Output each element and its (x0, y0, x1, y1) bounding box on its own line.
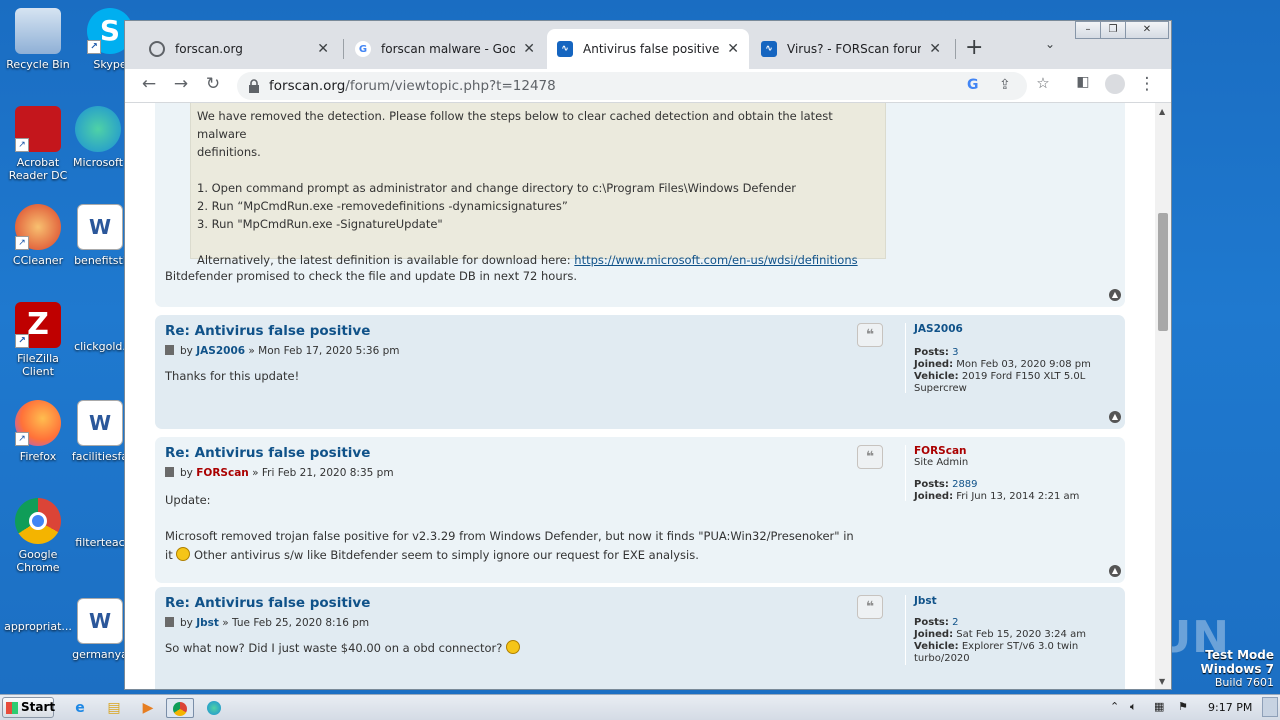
close-tab-icon[interactable]: ✕ (523, 41, 535, 57)
tab-google-search[interactable]: G forscan malware - Google Se ✕ (345, 29, 545, 69)
profile-avatar-icon[interactable] (1103, 74, 1127, 99)
post-title[interactable]: Re: Antivirus false positive (165, 445, 370, 461)
test-mode-notice: Test Mode Windows 7 Build 7601 (1200, 648, 1274, 689)
media-player-icon[interactable]: ▶ (134, 698, 162, 718)
post-body: Bitdefender promised to check the file a… (165, 269, 578, 283)
quote-button[interactable]: ❝ (857, 445, 883, 469)
post: Re: Antivirus false positive by FORScan … (155, 437, 1125, 583)
taskbar: Start e ▤ ▶ ⌃ 🔈︎ ▦ ⚑ 9:17 PM (0, 694, 1280, 720)
post-title[interactable]: Re: Antivirus false positive (165, 595, 370, 611)
chrome-taskbar-icon[interactable] (166, 698, 194, 718)
post-icon (165, 467, 174, 477)
post: Re: Antivirus false positive by Jbst » T… (155, 587, 1125, 689)
action-center-flag-icon[interactable]: ⚑ (1178, 700, 1188, 713)
scroll-down-arrow-icon[interactable]: ▼ (1159, 677, 1165, 686)
scrollbar-thumb[interactable] (1158, 213, 1168, 331)
post-profile: Jbst Posts: 2 Joined: Sat Feb 15, 2020 3… (905, 595, 1115, 665)
browser-window: forscan.org ✕ G forscan malware - Google… (124, 20, 1172, 690)
forward-arrow-icon[interactable]: → (169, 74, 193, 94)
scroll-up-arrow-icon[interactable]: ▲ (1159, 107, 1165, 116)
post: We have removed the detection. Please fo… (155, 103, 1125, 307)
forscan-icon: ∿ (557, 41, 573, 57)
close-tab-icon[interactable]: ✕ (727, 41, 739, 57)
reload-icon[interactable]: ↻ (201, 74, 225, 94)
close-window-button[interactable]: ✕ (1125, 21, 1169, 39)
post-meta: by Jbst » Tue Feb 25, 2020 8:16 pm (165, 617, 369, 629)
lock-icon (249, 78, 259, 93)
post-meta: by JAS2006 » Mon Feb 17, 2020 5:36 pm (165, 345, 399, 357)
browser-toolbar: ← → ↻ forscan.org/forum/viewtopic.php?t=… (125, 69, 1171, 103)
volume-icon[interactable]: 🔈︎ (1130, 700, 1137, 714)
clock[interactable]: 9:17 PM (1208, 701, 1252, 714)
bookmark-star-icon[interactable]: ☆ (1031, 74, 1055, 92)
address-bar[interactable]: forscan.org/forum/viewtopic.php?t=12478 … (237, 72, 1027, 100)
worried-emoji-icon (506, 640, 520, 654)
minimize-button[interactable]: – (1075, 21, 1101, 39)
maximize-button[interactable]: ❐ (1100, 21, 1126, 39)
quote-button[interactable]: ❝ (857, 323, 883, 347)
close-tab-icon[interactable]: ✕ (317, 41, 329, 57)
tab-search-chevron-icon[interactable]: ⌄ (1045, 37, 1055, 51)
back-to-top-icon[interactable]: ▲ (1109, 289, 1121, 301)
share-icon[interactable]: ⇪ (999, 77, 1011, 93)
surprised-emoji-icon (176, 547, 191, 561)
post-icon (165, 617, 174, 627)
new-tab-plus-icon[interactable]: + (965, 35, 983, 60)
menu-kebab-icon[interactable]: ⋮ (1135, 74, 1159, 94)
close-tab-icon[interactable]: ✕ (929, 41, 941, 57)
post-profile: FORScan Site Admin Posts: 2889 Joined: F… (905, 445, 1115, 502)
internet-explorer-icon[interactable]: e (66, 698, 94, 718)
post-meta: by FORScan » Fri Feb 21, 2020 8:35 pm (165, 467, 394, 479)
quote-block: We have removed the detection. Please fo… (190, 103, 886, 267)
show-desktop-button[interactable] (1262, 697, 1278, 717)
definitions-link[interactable]: https://www.microsoft.com/en-us/wdsi/def… (574, 253, 857, 267)
edge-taskbar-icon[interactable] (200, 698, 228, 718)
post-body: Update: Microsoft removed trojan false p… (165, 493, 854, 562)
post-body: Thanks for this update! (165, 369, 300, 383)
file-explorer-icon[interactable]: ▤ (100, 698, 128, 718)
tray-expand-icon[interactable]: ⌃ (1110, 700, 1119, 713)
back-to-top-icon[interactable]: ▲ (1109, 565, 1121, 577)
google-icon: G (355, 41, 371, 57)
tab-virus-forum[interactable]: ∿ Virus? - FORScan forum ✕ (751, 29, 951, 69)
page-scrollbar[interactable]: ▲ ▼ (1155, 103, 1171, 689)
quote-button[interactable]: ❝ (857, 595, 883, 619)
back-arrow-icon[interactable]: ← (137, 74, 161, 94)
forscan-icon: ∿ (761, 41, 777, 57)
tab-forscan[interactable]: forscan.org ✕ (139, 29, 339, 69)
post-title[interactable]: Re: Antivirus false positive (165, 323, 370, 339)
start-button[interactable]: Start (2, 697, 55, 718)
post-profile: JAS2006 Posts: 3 Joined: Mon Feb 03, 202… (905, 323, 1115, 394)
windows-flag-icon (6, 702, 18, 714)
post-icon (165, 345, 174, 355)
post-body: So what now? Did I just waste $40.00 on … (165, 639, 885, 658)
url-text: forscan.org/forum/viewtopic.php?t=12478 (269, 78, 556, 94)
tab-strip: forscan.org ✕ G forscan malware - Google… (125, 21, 1171, 69)
side-panel-icon[interactable]: ◧ (1071, 74, 1095, 90)
network-icon[interactable]: ▦ (1154, 700, 1164, 713)
recycle-bin-icon[interactable]: Recycle Bin (0, 8, 76, 71)
back-to-top-icon[interactable]: ▲ (1109, 411, 1121, 423)
post: Re: Antivirus false positive by JAS2006 … (155, 315, 1125, 429)
google-lens-icon[interactable]: G (967, 77, 979, 93)
tab-antivirus-false-positive[interactable]: ∿ Antivirus false positive - FOR ✕ (547, 29, 749, 69)
globe-icon (149, 41, 165, 57)
forum-page: We have removed the detection. Please fo… (125, 103, 1157, 689)
